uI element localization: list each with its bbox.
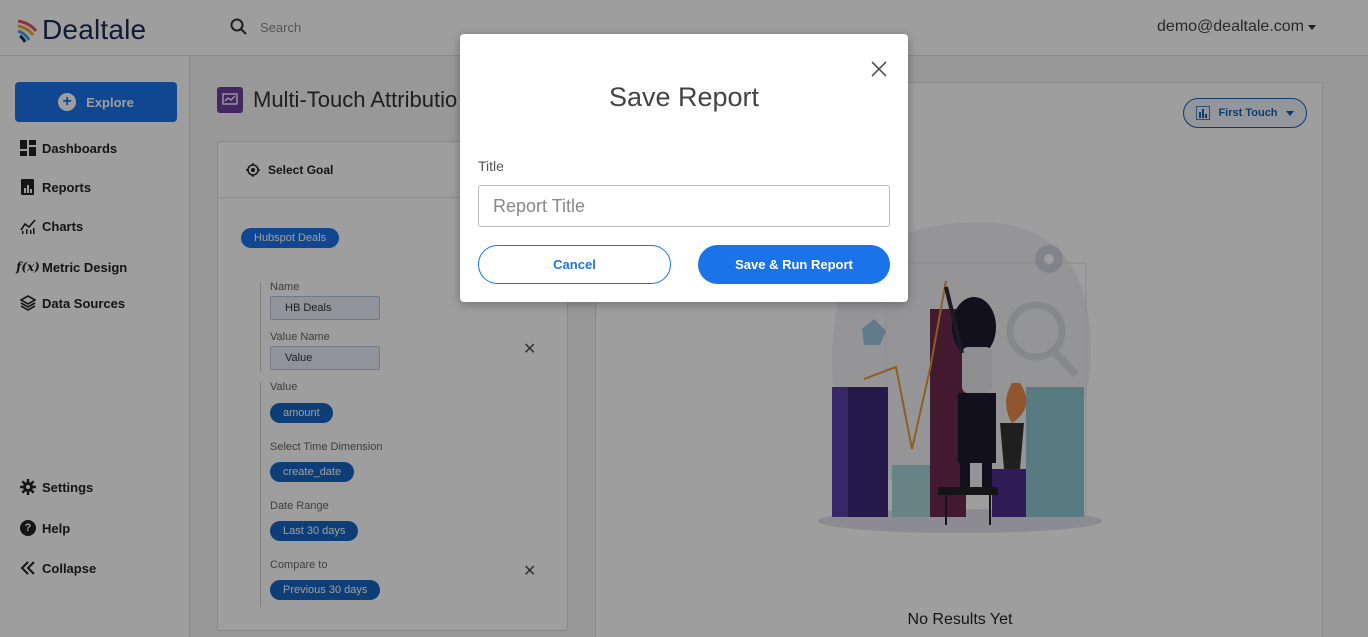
title-label: Title bbox=[478, 158, 504, 174]
save-and-run-button[interactable]: Save & Run Report bbox=[698, 245, 890, 284]
dialog-title: Save Report bbox=[608, 82, 760, 112]
cancel-button[interactable]: Cancel bbox=[478, 245, 671, 284]
report-title-input[interactable] bbox=[478, 185, 890, 227]
close-icon[interactable] bbox=[870, 60, 888, 78]
save-report-dialog: Save Report Title Cancel Save & Run Repo… bbox=[460, 34, 908, 302]
